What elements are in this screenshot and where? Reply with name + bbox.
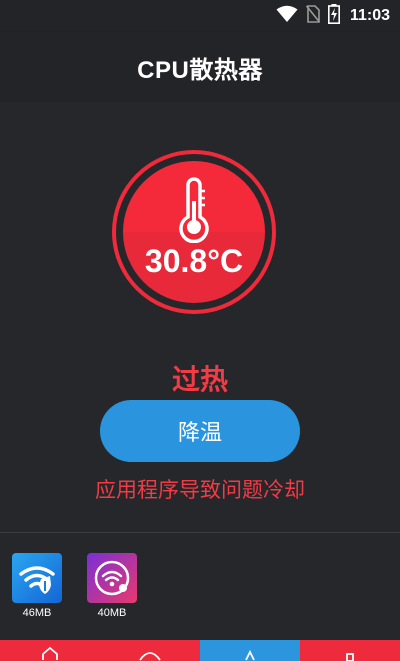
cooler-icon — [240, 640, 260, 661]
wifi-circle-app-icon — [87, 553, 137, 603]
nav-cooler[interactable] — [200, 640, 300, 661]
temperature-gauge: 30.8°C — [112, 150, 276, 314]
overheat-status: 过热 — [171, 363, 228, 396]
status-icons: 11:03 — [276, 4, 390, 28]
temperature-value: 30.8°C — [144, 243, 244, 279]
cool-down-button[interactable]: 降温 — [100, 400, 300, 462]
bottom-nav — [0, 640, 400, 661]
speed-icon — [138, 640, 162, 661]
app-size: 46MB — [22, 607, 52, 619]
home-icon — [40, 640, 60, 661]
status-time: 11:03 — [349, 7, 390, 24]
app-size: 40MB — [97, 607, 127, 619]
tools-icon — [340, 640, 360, 661]
nav-home[interactable] — [0, 640, 100, 661]
app-header: CPU散热器 — [0, 32, 400, 102]
wifi-shield-app-icon — [12, 553, 62, 603]
no-sim-icon — [305, 5, 321, 27]
status-bar: 11:03 — [0, 0, 400, 32]
thermometer-icon — [176, 177, 212, 247]
nav-speed[interactable] — [100, 640, 200, 661]
main-content: 30.8°C 过热 降温 应用程序导致问题冷却 — [0, 102, 400, 532]
nav-tools[interactable] — [300, 640, 400, 661]
battery-charging-icon — [327, 4, 340, 28]
gauge-dial: 30.8°C — [123, 161, 265, 303]
cause-message: 应用程序导致问题冷却 — [95, 478, 305, 502]
app-item[interactable]: 40MB — [82, 553, 142, 619]
app-item[interactable]: 46MB — [7, 553, 67, 619]
wifi-icon — [276, 5, 298, 27]
page-title: CPU散热器 — [137, 56, 263, 84]
app-list: 46MB 40MB — [0, 532, 400, 640]
